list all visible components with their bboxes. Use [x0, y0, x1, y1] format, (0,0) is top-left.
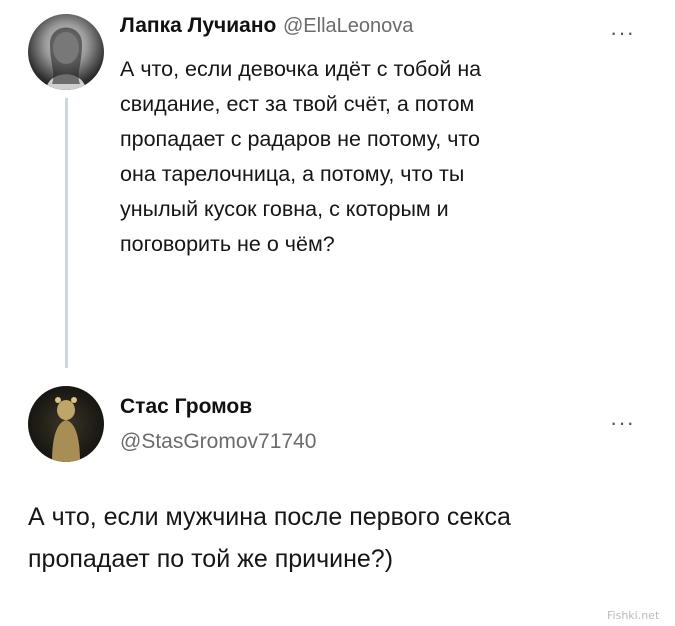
tweet2-author-handle[interactable]: @StasGromov71740	[120, 430, 316, 454]
tweet1-more-menu-icon[interactable]: ···	[610, 22, 635, 44]
tweet1-author-name[interactable]: Лапка Лучиано	[120, 14, 276, 38]
tweet1-line: пропадает с радаров не потому, что	[120, 127, 480, 151]
avatar-stas-gromov[interactable]	[28, 386, 104, 462]
tweet2-author-name[interactable]: Стас Громов	[120, 395, 252, 419]
tweet2-body: А что, если мужчина после первого секса …	[28, 496, 668, 580]
avatar-figure-icon	[52, 397, 80, 462]
tweet2-line: пропадает по той же причине?)	[28, 545, 394, 573]
tweet2-line: А что, если мужчина после первого секса	[28, 503, 511, 531]
avatar-ella-leonova[interactable]	[28, 14, 104, 90]
tweet1-line: поговорить не о чём?	[120, 232, 335, 256]
tweet1-line: она тарелочница, а потому, что ты	[120, 162, 465, 186]
tweet1-line: унылый кусок говна, с которым и	[120, 197, 449, 221]
tweet1-line: свидание, ест за твой счёт, а потом	[120, 92, 475, 116]
tweet1-line: А что, если девочка идёт с тобой на	[120, 57, 482, 81]
avatar-portrait-icon	[46, 27, 86, 90]
thread-connector-line	[65, 98, 68, 368]
watermark: Fishki.net	[607, 609, 660, 622]
tweet1-body: А что, если девочка идёт с тобой на свид…	[120, 52, 640, 262]
tweet2-more-menu-icon[interactable]: ···	[610, 412, 635, 434]
tweet1-author-handle[interactable]: @EllaLeonova	[283, 15, 413, 38]
